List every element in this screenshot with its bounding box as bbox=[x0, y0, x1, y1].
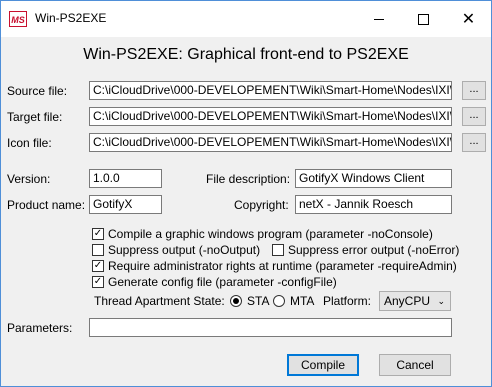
minimize-icon bbox=[373, 18, 384, 20]
main-window: MS Win-PS2EXE ✕ Win-PS2EXE: Graphical fr… bbox=[0, 0, 492, 387]
suppress-output-checkbox[interactable] bbox=[92, 244, 104, 256]
product-name-label: Product name: bbox=[7, 198, 86, 212]
compile-button[interactable]: Compile bbox=[287, 354, 359, 376]
check-icon: ✓ bbox=[93, 228, 103, 239]
icon-file-field[interactable]: C:\iCloudDrive\000-DEVELOPEMENT\Wiki\Sma… bbox=[89, 133, 452, 152]
page-title: Win-PS2EXE: Graphical front-end to PS2EX… bbox=[83, 46, 409, 63]
require-admin-checkbox[interactable]: ✓ bbox=[92, 260, 104, 272]
title-bar[interactable]: MS Win-PS2EXE ✕ bbox=[1, 1, 491, 37]
window-title: Win-PS2EXE bbox=[35, 11, 107, 25]
suppress-output-label: Suppress output (-noOutput) bbox=[108, 243, 261, 257]
version-label: Version: bbox=[7, 172, 51, 186]
thread-apartment-label: Thread Apartment State: bbox=[94, 294, 225, 308]
chevron-down-icon: ⌄ bbox=[437, 296, 445, 306]
source-file-label: Source file: bbox=[7, 84, 68, 98]
platform-value: AnyCPU bbox=[384, 294, 431, 308]
mta-radio[interactable] bbox=[273, 295, 285, 307]
maximize-icon bbox=[418, 13, 429, 25]
close-icon: ✕ bbox=[461, 9, 476, 28]
icon-browse-button[interactable]: ... bbox=[462, 133, 486, 152]
target-browse-button[interactable]: ... bbox=[462, 107, 486, 126]
copyright-field[interactable]: netX - Jannik Roesch bbox=[295, 195, 452, 214]
require-admin-label: Require administrator rights at runtime … bbox=[108, 259, 457, 273]
compile-gui-checkbox[interactable]: ✓ bbox=[92, 228, 104, 240]
file-description-field[interactable]: GotifyX Windows Client bbox=[295, 169, 452, 188]
copyright-label: Copyright: bbox=[234, 198, 289, 212]
generate-config-checkbox[interactable]: ✓ bbox=[92, 276, 104, 288]
product-name-field[interactable]: GotifyX bbox=[89, 195, 162, 214]
platform-select[interactable]: AnyCPU ⌄ bbox=[379, 291, 451, 311]
source-browse-button[interactable]: ... bbox=[462, 81, 486, 100]
sta-label: STA bbox=[247, 294, 270, 308]
close-button[interactable]: ✕ bbox=[446, 1, 491, 37]
cancel-button[interactable]: Cancel bbox=[379, 354, 451, 376]
client-area: Win-PS2EXE: Graphical front-end to PS2EX… bbox=[1, 37, 491, 386]
maximize-button[interactable] bbox=[401, 1, 446, 37]
version-field[interactable]: 1.0.0 bbox=[89, 169, 162, 188]
target-file-label: Target file: bbox=[7, 110, 63, 124]
file-description-label: File description: bbox=[206, 172, 291, 186]
suppress-error-label: Suppress error output (-noError) bbox=[288, 243, 460, 257]
parameters-label: Parameters: bbox=[7, 321, 73, 335]
minimize-button[interactable] bbox=[356, 1, 401, 37]
parameters-field[interactable] bbox=[89, 318, 452, 337]
generate-config-label: Generate config file (parameter -configF… bbox=[108, 275, 337, 289]
target-file-field[interactable]: C:\iCloudDrive\000-DEVELOPEMENT\Wiki\Sma… bbox=[89, 107, 452, 126]
sta-radio[interactable] bbox=[230, 295, 242, 307]
check-icon: ✓ bbox=[93, 260, 103, 271]
check-icon: ✓ bbox=[93, 276, 103, 287]
platform-label: Platform: bbox=[323, 294, 372, 308]
compile-gui-label: Compile a graphic windows program (param… bbox=[108, 227, 433, 241]
source-file-field[interactable]: C:\iCloudDrive\000-DEVELOPEMENT\Wiki\Sma… bbox=[89, 81, 452, 100]
suppress-error-checkbox[interactable] bbox=[272, 244, 284, 256]
app-icon: MS bbox=[9, 11, 27, 27]
mta-label: MTA bbox=[290, 294, 315, 308]
icon-file-label: Icon file: bbox=[7, 136, 52, 150]
